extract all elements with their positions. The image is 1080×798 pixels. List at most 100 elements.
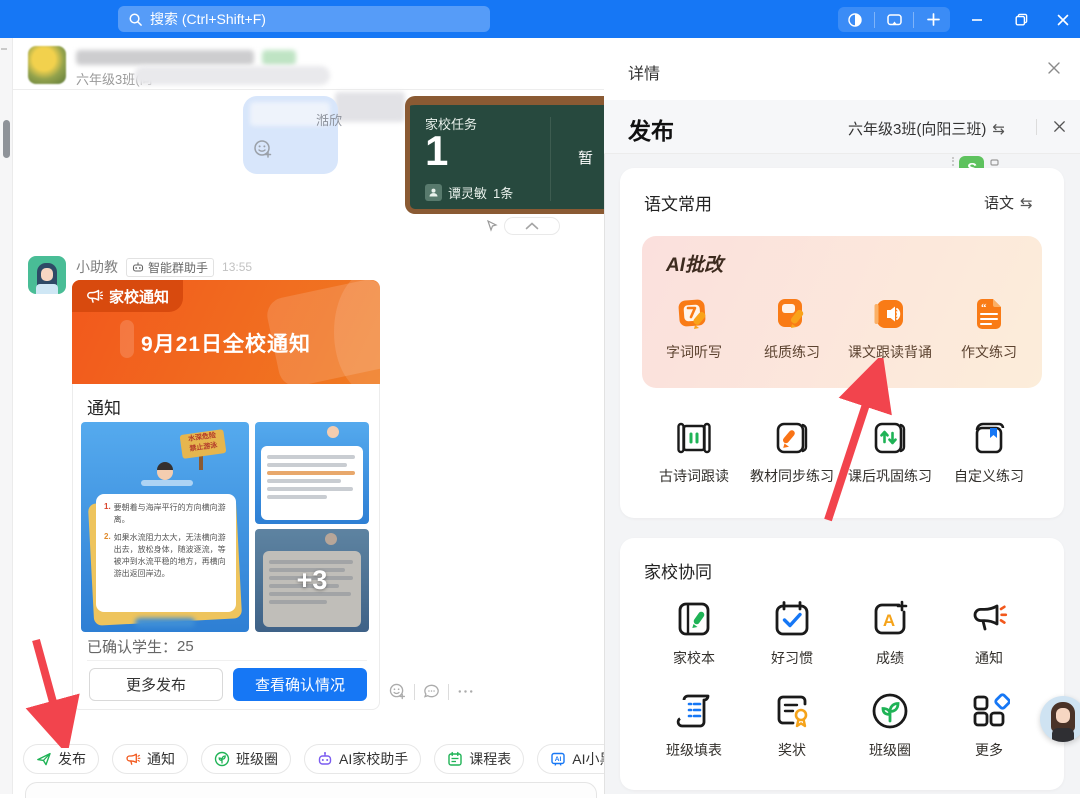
emoji-add-icon[interactable]: [252, 138, 274, 160]
notice-megaphone-icon: [968, 598, 1010, 640]
paper-plane-icon: [36, 751, 52, 767]
group-name-redacted: [76, 50, 254, 65]
task-count: 1: [425, 127, 448, 175]
add-icon[interactable]: [918, 7, 948, 32]
app-more[interactable]: 更多: [941, 690, 1037, 760]
task-board[interactable]: 家校任务 1 暂 谭灵敏 1条: [405, 96, 620, 214]
confirmed-label: 已确认学生：: [87, 636, 177, 657]
comment-icon[interactable]: [422, 682, 441, 701]
publish-close-icon[interactable]: [1052, 119, 1067, 134]
app-paper-practice[interactable]: 纸质练习: [744, 294, 840, 362]
thumb-card: [261, 446, 363, 520]
detail-close-icon[interactable]: [1046, 60, 1062, 76]
subject-switcher[interactable]: 语文 ⇆: [984, 192, 1033, 213]
assistant-avatar[interactable]: [28, 256, 66, 294]
ai-board-icon: AI: [550, 751, 566, 767]
toolbar-item-publish[interactable]: 发布: [23, 744, 99, 774]
poster-item2: 如果水流阻力太大，无法横向游出去，放松身体，随波逐流，等被冲到水流平稳的地方，再…: [114, 532, 228, 580]
form-scroll-icon: [673, 690, 715, 732]
scroll-poem-icon: [674, 418, 714, 458]
class-switcher[interactable]: 六年级3班(向阳三班) ⇆: [848, 118, 1005, 139]
screencast-icon[interactable]: [879, 7, 909, 32]
group-avatar[interactable]: [28, 46, 66, 84]
svg-text:“: “: [981, 302, 987, 314]
habit-check-icon: [771, 598, 813, 640]
poster-card: 1.要朝着与海岸平行的方向横向游离。 2.如果水流阻力太大，无法横向游出去，放松…: [96, 494, 236, 612]
app-label: 好习惯: [771, 648, 813, 668]
app-class-form[interactable]: 班级填表: [646, 690, 742, 760]
redacted-message: [335, 92, 405, 122]
theme-icon[interactable]: [840, 7, 870, 32]
toolbar-label: AI家校助手: [339, 749, 408, 769]
chat-bubble[interactable]: [243, 96, 338, 174]
poster-logo-redacted: [135, 618, 195, 627]
app-class-circle[interactable]: 班级圈: [842, 690, 938, 760]
app-custom-practice[interactable]: 自定义练习: [941, 418, 1037, 486]
confirmed-count: 25: [177, 638, 194, 655]
app-label: 字词听写: [666, 342, 722, 362]
assistant-tag-label: 智能群助手: [148, 259, 208, 276]
app-poem-reading[interactable]: 古诗词跟读: [646, 418, 742, 486]
toolbar-item-class-circle[interactable]: 班级圈: [201, 744, 291, 774]
essay-icon: “: [969, 294, 1009, 334]
floating-assistant-avatar[interactable]: [1040, 696, 1080, 742]
app-grades[interactable]: A 成绩: [842, 598, 938, 668]
notice-image-large[interactable]: 水深危险 禁止游泳 1.要朝着与海岸平行的方向横向游离。 2.如果水流阻力太大，…: [81, 422, 249, 632]
floating-avatar-face: [1056, 708, 1070, 723]
avatar-shirt: [36, 284, 58, 294]
close-window-button[interactable]: [1048, 7, 1078, 32]
minimize-button[interactable]: [962, 7, 992, 32]
toolbar-item-notice[interactable]: 通知: [112, 744, 188, 774]
search-input[interactable]: 搜索 (Ctrl+Shift+F): [118, 6, 490, 32]
notice-card-header[interactable]: 家校通知 9月21日全校通知: [72, 280, 380, 384]
app-notice[interactable]: 通知: [941, 598, 1037, 668]
collapse-board-button[interactable]: [504, 217, 560, 235]
app-label: 自定义练习: [954, 466, 1024, 486]
more-publish-button[interactable]: 更多发布: [89, 668, 223, 701]
poster-item1: 要朝着与海岸平行的方向横向游离。: [114, 502, 228, 526]
award-icon: [771, 690, 813, 732]
app-text-reading[interactable]: 课文跟读背诵: [842, 294, 938, 362]
app-label: 通知: [975, 648, 1003, 668]
restore-button[interactable]: [1006, 7, 1036, 32]
publish-header-row: [604, 100, 1080, 154]
toolbar-item-schedule[interactable]: 课程表: [434, 744, 524, 774]
app-label: 更多: [975, 740, 1003, 760]
warning-sign: 水深危险 禁止游泳: [180, 429, 227, 459]
app-home-school-book[interactable]: 家校本: [646, 598, 742, 668]
app-good-habit[interactable]: 好习惯: [744, 598, 840, 668]
board-side-text: 暂: [578, 147, 593, 168]
dictation-icon: [674, 294, 714, 334]
detail-title: 详情: [628, 60, 660, 84]
message-header: 小助教 智能群助手 13:55: [76, 257, 252, 277]
thumb-swimmer: [327, 426, 339, 438]
toolbar-label: 课程表: [469, 749, 511, 769]
view-confirm-button[interactable]: 查看确认情况: [233, 668, 367, 701]
card-divider: [87, 660, 367, 661]
app-label: 班级填表: [666, 740, 722, 760]
toolbar-item-ai-assistant[interactable]: AI家校助手: [304, 744, 421, 774]
home-school-title: 家校协同: [644, 558, 712, 583]
notice-section-title: 通知: [87, 394, 121, 419]
search-placeholder: 搜索 (Ctrl+Shift+F): [150, 9, 266, 29]
water-splash: [141, 480, 193, 486]
annotation-arrow-publish: [14, 628, 84, 748]
app-award[interactable]: 奖状: [744, 690, 840, 760]
svg-text:A: A: [883, 611, 895, 630]
board-divider: [550, 117, 551, 201]
book-bookmark-icon: [969, 418, 1009, 458]
grade-a-plus-icon: A: [869, 598, 911, 640]
app-word-dictation[interactable]: 字词听写: [646, 294, 742, 362]
app-essay-practice[interactable]: “ 作文练习: [941, 294, 1037, 362]
swimmer-hair: [157, 462, 173, 470]
add-reaction-icon[interactable]: [388, 682, 407, 701]
scrollbar-thumb[interactable]: [3, 120, 10, 158]
more-actions-icon[interactable]: [456, 682, 475, 701]
megaphone-orange-icon: [125, 752, 141, 767]
app-label: 古诗词跟读: [659, 466, 729, 486]
message-composer[interactable]: [25, 782, 597, 798]
speaker-icon: [870, 294, 910, 334]
notice-image-top[interactable]: [255, 422, 369, 524]
more-images-overlay[interactable]: +3: [255, 529, 369, 632]
detail-panel-header: [604, 38, 1080, 100]
